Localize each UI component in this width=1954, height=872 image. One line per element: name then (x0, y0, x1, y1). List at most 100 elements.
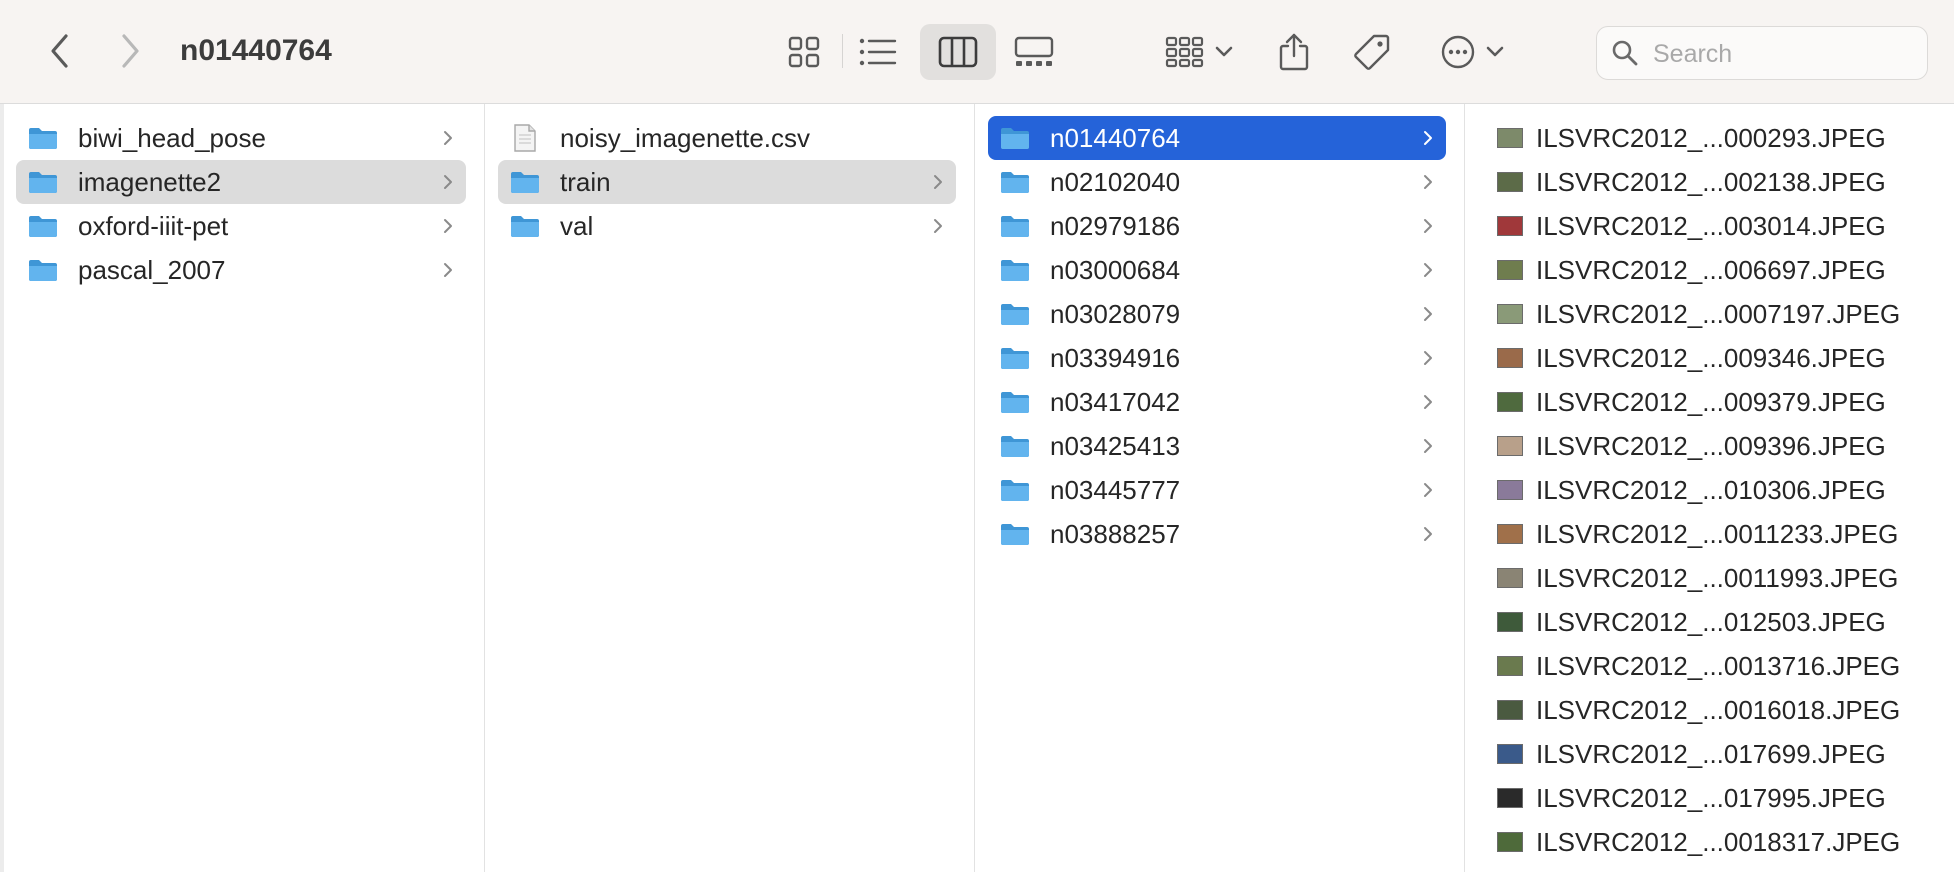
item-label: n01440764 (1050, 123, 1181, 153)
list-view-button[interactable] (840, 24, 916, 80)
folder-row[interactable]: val (498, 204, 956, 248)
item-label: ILSVRC2012_...009346.JPEG (1536, 343, 1886, 373)
jpeg-thumbnail-icon (1497, 304, 1523, 324)
item-label: n03000684 (1050, 255, 1181, 285)
gallery-view-button[interactable] (996, 24, 1072, 80)
folder-icon-wrap (998, 211, 1032, 241)
item-label: ILSVRC2012_...012503.JPEG (1536, 607, 1886, 637)
disclosure-chevron (1420, 262, 1436, 278)
chevron-right-icon (1424, 175, 1432, 189)
item-label: ILSVRC2012_...002138.JPEG (1536, 167, 1886, 197)
file-row[interactable]: ILSVRC2012_...0013716.JPEG (1496, 644, 1944, 688)
group-by-button[interactable] (1160, 30, 1238, 74)
jpeg-thumbnail-icon (1497, 524, 1523, 544)
item-label: ILSVRC2012_...0018317.JPEG (1536, 827, 1901, 857)
jpeg-thumbnail-icon (1497, 568, 1523, 588)
file-row[interactable]: ILSVRC2012_...0016018.JPEG (1496, 688, 1944, 732)
folder-icon (1001, 348, 1029, 369)
image-thumbnail-icon (1496, 214, 1524, 238)
column-4: ILSVRC2012_...000293.JPEG ILSVRC2012_...0… (1466, 104, 1954, 872)
folder-row[interactable]: n03445777 (988, 468, 1446, 512)
file-row[interactable]: ILSVRC2012_...009396.JPEG (1496, 424, 1944, 468)
more-actions-button[interactable] (1436, 30, 1508, 74)
folder-row[interactable]: n03394916 (988, 336, 1446, 380)
file-row[interactable]: ILSVRC2012_...0011993.JPEG (1496, 556, 1944, 600)
share-icon (1279, 33, 1309, 71)
folder-row[interactable]: n03000684 (988, 248, 1446, 292)
file-row[interactable]: ILSVRC2012_...006697.JPEG (1496, 248, 1944, 292)
item-label: oxford-iiit-pet (78, 211, 229, 241)
folder-icon (1001, 436, 1029, 457)
folder-icon (1001, 480, 1029, 501)
folder-row[interactable]: pascal_2007 (16, 248, 466, 292)
chevron-right-icon (1424, 483, 1432, 497)
folder-row[interactable]: n03888257 (988, 512, 1446, 556)
item-label: ILSVRC2012_...0007197.JPEG (1536, 299, 1901, 329)
item-label: noisy_imagenette.csv (560, 123, 811, 153)
file-row[interactable]: ILSVRC2012_...003014.JPEG (1496, 204, 1944, 248)
file-row[interactable]: ILSVRC2012_...012503.JPEG (1496, 600, 1944, 644)
folder-row[interactable]: imagenette2 (16, 160, 466, 204)
file-row[interactable]: ILSVRC2012_...009379.JPEG (1496, 380, 1944, 424)
disclosure-chevron (440, 130, 456, 146)
file-row[interactable]: ILSVRC2012_...017995.JPEG (1496, 776, 1944, 820)
item-label: ILSVRC2012_...003014.JPEG (1536, 211, 1886, 241)
image-thumbnail-icon (1496, 126, 1524, 150)
chevron-down-icon (1215, 46, 1233, 57)
grid-icon (788, 36, 820, 68)
chevron-down-icon (1486, 46, 1504, 57)
search-field[interactable] (1596, 26, 1928, 80)
disclosure-chevron (1420, 438, 1436, 454)
file-row[interactable]: noisy_imagenette.csv (498, 116, 956, 160)
folder-icon (1001, 304, 1029, 325)
back-button[interactable] (38, 26, 82, 76)
file-row[interactable]: ILSVRC2012_...0018317.JPEG (1496, 820, 1944, 864)
image-thumbnail-icon (1496, 302, 1524, 326)
finder-toolbar: n01440764 (0, 0, 1954, 104)
search-input[interactable] (1651, 35, 1915, 73)
column-2: noisy_imagenette.csvtrain val (486, 104, 975, 872)
file-row[interactable]: ILSVRC2012_...010306.JPEG (1496, 468, 1944, 512)
chevron-left-icon (51, 34, 68, 68)
image-thumbnail-icon (1496, 698, 1524, 722)
folder-row[interactable]: n02979186 (988, 204, 1446, 248)
file-row[interactable]: ILSVRC2012_...009346.JPEG (1496, 336, 1944, 380)
folder-row[interactable]: n02102040 (988, 160, 1446, 204)
folder-row[interactable]: train (498, 160, 956, 204)
column-view-button[interactable] (920, 24, 996, 80)
item-label: n03028079 (1050, 299, 1181, 329)
disclosure-chevron (1420, 350, 1436, 366)
jpeg-thumbnail-icon (1497, 348, 1523, 368)
file-row[interactable]: ILSVRC2012_...0007197.JPEG (1496, 292, 1944, 336)
item-label: ILSVRC2012_...010306.JPEG (1536, 475, 1886, 505)
folder-icon-wrap (998, 255, 1032, 285)
folder-row[interactable]: biwi_head_pose (16, 116, 466, 160)
share-button[interactable] (1272, 28, 1316, 76)
image-thumbnail-icon (1496, 786, 1524, 810)
column-3: n01440764 n02102040 n02979186 n03000684 n030… (976, 104, 1465, 872)
file-row[interactable]: ILSVRC2012_...000293.JPEG (1496, 116, 1944, 160)
item-label: train (560, 167, 611, 197)
image-thumbnail-icon (1496, 610, 1524, 634)
file-row[interactable]: ILSVRC2012_...0011233.JPEG (1496, 512, 1944, 556)
folder-row[interactable]: n03425413 (988, 424, 1446, 468)
item-label: n03425413 (1050, 431, 1181, 461)
folder-row[interactable]: n03028079 (988, 292, 1446, 336)
forward-button[interactable] (108, 26, 152, 76)
folder-row[interactable]: n01440764 (988, 116, 1446, 160)
folder-icon-wrap (508, 167, 542, 197)
tag-button[interactable] (1350, 30, 1394, 74)
folder-icon-wrap (998, 299, 1032, 329)
icon-view-button[interactable] (766, 24, 842, 80)
disclosure-chevron (440, 174, 456, 190)
folder-icon-wrap (26, 255, 60, 285)
file-row[interactable]: ILSVRC2012_...017699.JPEG (1496, 732, 1944, 776)
image-thumbnail-icon (1496, 522, 1524, 546)
folder-icon-wrap (26, 123, 60, 153)
file-row[interactable]: ILSVRC2012_...002138.JPEG (1496, 160, 1944, 204)
folder-row[interactable]: n03417042 (988, 380, 1446, 424)
folder-row[interactable]: oxford-iiit-pet (16, 204, 466, 248)
folder-icon (1001, 216, 1029, 237)
folder-icon (1001, 128, 1029, 149)
chevron-right-icon (934, 219, 942, 233)
